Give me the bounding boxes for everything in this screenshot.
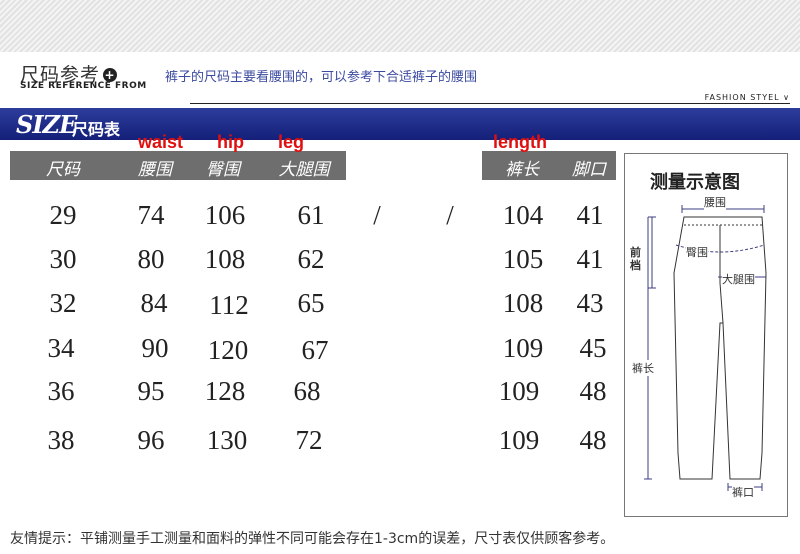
header-waist: 腰围 [138,160,172,180]
cell-length: 109 [498,376,540,406]
cell-thigh: 61 [297,200,325,230]
cell-hip: 130 [206,425,248,455]
cell-hip: 128 [204,376,246,406]
footer-note: 友情提示：平铺测量手工测量和面料的弹性不同可能会存在1-3cm的误差，尺寸表仅供… [10,531,615,547]
cell-waist: 90 [141,333,169,363]
cell-waist: 84 [140,288,168,318]
header-hem: 脚口 [572,160,606,180]
cell-length: 105 [502,244,544,274]
cell-thigh: 68 [293,376,321,406]
cell-thigh: 67 [301,335,329,365]
diagram-label-thigh: 大腿围 [722,271,755,287]
cell-size: 36 [47,376,75,406]
striped-banner [0,0,800,52]
cell-hem: 41 [576,200,604,230]
cell-hip: 108 [204,244,246,274]
cell-hem: 45 [579,333,607,363]
annotation-length: length [493,132,547,152]
cell-hem: 48 [579,425,607,455]
annotation-waist: waist [138,132,184,152]
cell-hip: 120 [207,335,249,365]
cell-waist: 74 [137,200,165,230]
header-length: 裤长 [505,160,539,180]
cell-size: 32 [49,288,77,318]
cell-size: 30 [49,244,77,274]
diagram-label-length: 裤长 [632,360,654,376]
cell-waist: 96 [137,425,165,455]
size-chart-title: 尺码表 [72,120,121,139]
header-hip: 臀围 [206,160,240,180]
size-word: SIZE [16,110,77,139]
diagram-label-hem: 裤口 [732,484,754,500]
header-thigh: 大腿围 [278,160,330,180]
cell-thigh: 62 [297,244,325,274]
empty-mark: / [446,200,454,230]
cell-thigh: 72 [295,425,323,455]
cell-length: 109 [498,425,540,455]
divider [190,103,790,104]
cell-waist: 95 [137,376,165,406]
diagram-label-rise: 前档 [630,246,644,272]
chevron-down-icon: ∨ [783,93,790,102]
cell-hip: 112 [209,290,249,320]
cell-size: 34 [47,333,75,363]
size-reference-subtitle: SIZE REFERENCE FROM [20,81,147,91]
fashion-style-label: FASHION STYEL ∨ [704,93,790,102]
cell-size: 29 [49,200,77,230]
cell-length: 104 [502,200,544,230]
cell-hem: 48 [579,376,607,406]
annotation-leg: leg [278,132,305,152]
empty-mark: / [373,200,381,230]
cell-thigh: 65 [297,288,325,318]
header-size: 尺码 [46,160,80,180]
size-note: 裤子的尺码主要看腰围的，可以参考下合适裤子的腰围 [165,70,478,85]
diagram-label-hip: 臀围 [686,244,708,260]
cell-length: 108 [502,288,544,318]
cell-size: 38 [47,425,75,455]
cell-waist: 80 [137,244,165,274]
plus-icon: + [103,68,118,82]
cell-hem: 41 [576,244,604,274]
cell-length: 109 [502,333,544,363]
annotation-hip: hip [217,132,244,152]
cell-hem: 43 [576,288,604,318]
diagram-label-waist: 腰围 [704,194,726,210]
cell-hip: 106 [204,200,246,230]
